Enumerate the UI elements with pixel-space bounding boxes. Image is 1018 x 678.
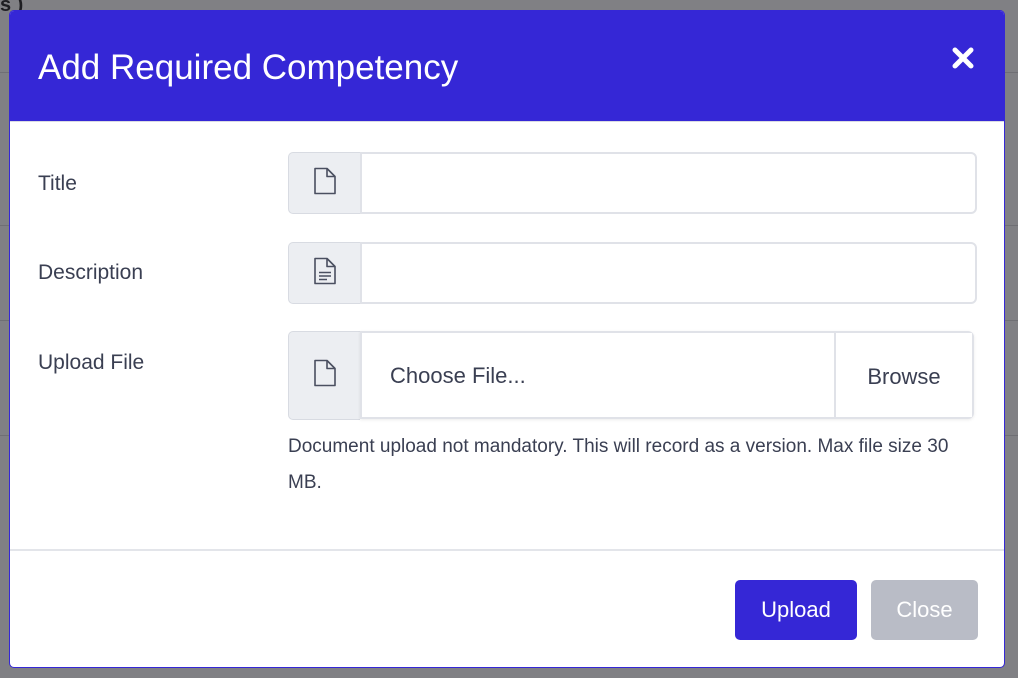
upload-addon — [288, 331, 360, 420]
text-document-icon — [312, 257, 338, 290]
upload-button[interactable]: Upload — [735, 580, 857, 640]
close-button[interactable]: Close — [871, 580, 978, 640]
modal-header: Add Required Competency — [10, 11, 1004, 122]
add-competency-modal: Add Required Competency Title Descriptio… — [9, 10, 1005, 668]
choose-file-text: Choose File... — [390, 363, 526, 388]
document-icon — [312, 167, 338, 200]
browse-button[interactable]: Browse — [834, 333, 972, 417]
modal-title: Add Required Competency — [38, 48, 459, 87]
file-input[interactable]: Choose File... Browse — [360, 331, 974, 419]
upload-help-text: Document upload not mandatory. This will… — [288, 436, 949, 493]
description-input[interactable] — [360, 242, 977, 304]
close-x-icon[interactable] — [950, 45, 976, 71]
description-label: Description — [38, 261, 144, 284]
upload-file-label: Upload File — [38, 351, 145, 374]
document-icon — [312, 359, 338, 392]
title-label: Title — [38, 172, 77, 195]
footer-divider — [10, 549, 1004, 551]
description-addon — [288, 242, 360, 304]
title-addon — [288, 152, 360, 214]
title-input[interactable] — [360, 152, 977, 214]
